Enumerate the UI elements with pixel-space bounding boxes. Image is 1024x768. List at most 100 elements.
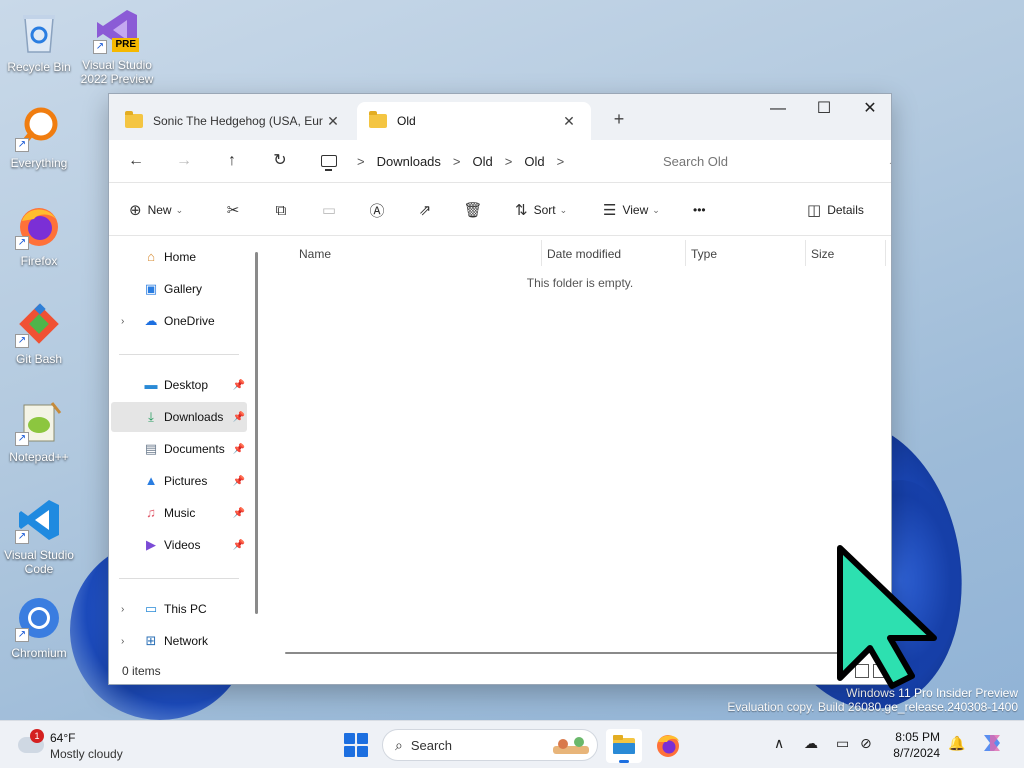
desktop-icon-vscode[interactable]: ↗ Visual Studio Code: [2, 496, 76, 576]
vscode-icon: ↗: [15, 496, 63, 544]
shortcut-arrow-icon: ↗: [93, 40, 107, 54]
notepad-plus-plus-icon: ↗: [15, 398, 63, 446]
breadcrumb-separator[interactable]: >: [357, 154, 365, 169]
forward-button[interactable]: →: [171, 149, 197, 175]
tab-old[interactable]: Old ✕: [357, 102, 591, 140]
cloud-icon: ☁: [144, 313, 158, 328]
status-bar: 0 items: [109, 658, 891, 684]
sidebar-item-gallery[interactable]: ▣ Gallery: [111, 274, 247, 304]
breadcrumb-downloads[interactable]: Downloads: [377, 154, 441, 169]
maximize-button[interactable]: ☐: [801, 94, 847, 124]
sidebar-item-label: OneDrive: [164, 314, 215, 328]
delete-button[interactable]: 🗑: [459, 197, 487, 223]
show-hidden-icons-chevron-icon[interactable]: ∧: [774, 735, 784, 752]
search-box[interactable]: ⌕: [651, 146, 891, 176]
sidebar-item-pictures[interactable]: ▲ Pictures 📌: [111, 466, 247, 496]
chevron-right-icon[interactable]: ›: [121, 604, 124, 615]
gallery-icon: ▣: [144, 281, 158, 296]
new-tab-button[interactable]: +: [607, 108, 631, 132]
sidebar-item-videos[interactable]: ▶ Videos 📌: [111, 530, 247, 560]
desktop-icon-visual-studio-2022-preview[interactable]: PRE ↗ Visual Studio 2022 Preview: [80, 6, 154, 86]
column-header-date-modified[interactable]: Date modified: [547, 242, 621, 266]
column-divider[interactable]: [541, 240, 542, 266]
column-header-size[interactable]: Size: [811, 242, 834, 266]
shortcut-arrow-icon: ↗: [15, 236, 29, 250]
notification-bell-icon[interactable]: 🔔: [948, 735, 965, 752]
file-explorer-window: Sonic The Hedgehog (USA, Euro ✕ Old ✕ + …: [108, 93, 892, 685]
volume-muted-icon[interactable]: ⊘: [860, 735, 872, 752]
desktop-icon-everything[interactable]: ↗ Everything: [2, 104, 76, 170]
refresh-button[interactable]: ↻: [267, 149, 293, 175]
sidebar-item-onedrive[interactable]: › ☁ OneDrive: [111, 306, 247, 336]
clock-date: 8/7/2024: [893, 746, 940, 760]
column-divider[interactable]: [685, 240, 686, 266]
breadcrumb-old-current[interactable]: Old: [524, 154, 544, 169]
details-label: Details: [827, 203, 864, 217]
share-button[interactable]: ⇗: [411, 197, 439, 223]
display-icon[interactable]: ▭: [836, 735, 849, 752]
desktop-icon-recycle-bin[interactable]: Recycle Bin: [2, 8, 76, 74]
network-disconnected-icon[interactable]: ☁: [804, 735, 818, 752]
desktop-icon: ▬: [144, 377, 158, 392]
breadcrumb-separator[interactable]: >: [453, 154, 461, 169]
desktop-icon-git-bash[interactable]: ↗ Git Bash: [2, 300, 76, 366]
system-clock[interactable]: 8:05 PM 8/7/2024: [880, 729, 940, 761]
visual-studio-icon: PRE ↗: [93, 6, 141, 54]
search-icon: ⌕: [395, 736, 403, 753]
search-input[interactable]: [651, 153, 851, 169]
sidebar-item-label: Network: [164, 634, 209, 648]
divider: [119, 578, 239, 579]
sidebar-item-music[interactable]: ♫ Music 📌: [111, 498, 247, 528]
tab-sonic-the-hedgehog[interactable]: Sonic The Hedgehog (USA, Euro ✕: [113, 102, 355, 140]
desktop-icon-notepad-plus-plus[interactable]: ↗ Notepad++: [2, 398, 76, 464]
column-header-type[interactable]: Type: [691, 242, 717, 266]
column-header-name[interactable]: Name: [299, 242, 331, 266]
sidebar-item-label: Desktop: [164, 378, 209, 392]
column-divider[interactable]: [885, 240, 886, 266]
sidebar-item-documents[interactable]: ▤ Documents 📌: [111, 434, 247, 464]
sidebar-item-downloads[interactable]: ⤓ Downloads 📌: [111, 402, 247, 432]
computer-icon: ▭: [144, 601, 158, 616]
network-icon: ⊞: [145, 633, 157, 648]
taskbar-search[interactable]: ⌕ Search: [382, 729, 598, 761]
up-button[interactable]: ↑: [219, 149, 245, 175]
everything-search-icon: ↗: [15, 104, 63, 152]
weather-temperature: 64°F: [50, 731, 76, 745]
sidebar-item-desktop[interactable]: ▬ Desktop 📌: [111, 370, 247, 400]
minimize-button[interactable]: —: [755, 94, 801, 124]
start-button[interactable]: [344, 733, 368, 757]
tab-close-button[interactable]: ✕: [559, 113, 579, 130]
sidebar-item-this-pc[interactable]: › ▭ This PC: [111, 594, 247, 624]
details-pane-icon: ◫: [807, 202, 822, 219]
horizontal-scrollbar[interactable]: [285, 652, 845, 654]
details-pane-button[interactable]: ◫ Details: [807, 197, 864, 223]
sidebar-item-network[interactable]: › ⊞ Network: [111, 626, 247, 656]
taskbar-file-explorer[interactable]: [606, 729, 642, 763]
paste-button[interactable]: ▭: [315, 197, 343, 223]
address-bar[interactable]: > Downloads > Old > Old >: [313, 146, 641, 176]
back-button[interactable]: ←: [123, 149, 149, 175]
close-window-button[interactable]: ✕: [847, 94, 891, 124]
breadcrumb-separator[interactable]: >: [505, 154, 513, 169]
taskbar-firefox[interactable]: [650, 729, 686, 763]
tab-close-button[interactable]: ✕: [323, 113, 343, 130]
weather-widget[interactable]: 1 64°F Mostly cloudy: [16, 729, 146, 763]
sidebar-item-home[interactable]: ⌂ Home: [111, 242, 247, 272]
breadcrumb-old[interactable]: Old: [473, 154, 493, 169]
breadcrumb-separator[interactable]: >: [557, 154, 565, 169]
chevron-down-icon: ⌄: [175, 204, 184, 215]
more-options-button[interactable]: •••: [693, 197, 706, 223]
cut-button[interactable]: ✂: [219, 197, 247, 223]
chevron-right-icon[interactable]: ›: [121, 636, 124, 647]
chevron-right-icon[interactable]: ›: [121, 316, 124, 327]
view-button[interactable]: ☰ View ⌄: [603, 197, 660, 223]
rename-button[interactable]: Ⓐ: [363, 197, 391, 223]
column-divider[interactable]: [805, 240, 806, 266]
new-button[interactable]: ⊕ New ⌄: [129, 197, 183, 223]
copy-button[interactable]: ⧉: [267, 197, 295, 223]
desktop-icon-chromium[interactable]: ↗ Chromium: [2, 594, 76, 660]
sidebar-scrollbar[interactable]: [255, 252, 258, 614]
copilot-preview-icon[interactable]: [980, 731, 1004, 758]
sort-button[interactable]: ⇅ Sort ⌄: [515, 197, 567, 223]
desktop-icon-firefox[interactable]: ↗ Firefox: [2, 202, 76, 268]
